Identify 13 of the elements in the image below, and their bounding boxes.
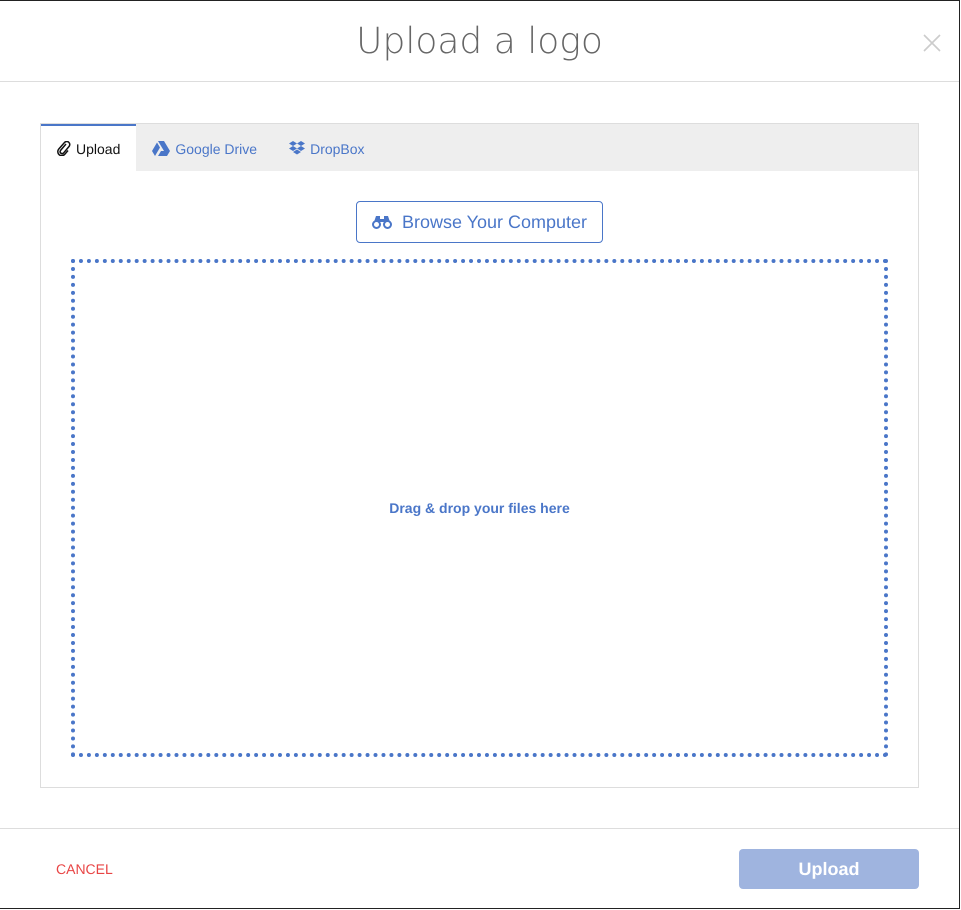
- paperclip-icon: [57, 141, 71, 156]
- dialog-title: Upload a logo: [356, 20, 603, 62]
- dropzone-text: Drag & drop your files here: [389, 500, 570, 516]
- cancel-button[interactable]: CANCEL: [56, 861, 113, 877]
- dropbox-icon: [289, 141, 306, 156]
- binoculars-icon: [372, 215, 392, 229]
- close-icon[interactable]: [923, 34, 941, 52]
- source-tab[interactable]: Google Drive: [136, 124, 274, 171]
- source-tab[interactable]: Upload: [41, 124, 136, 171]
- triangle-drive-icon: [152, 141, 170, 156]
- dropzone[interactable]: Drag & drop your files here: [71, 259, 888, 757]
- source-tab[interactable]: DropBox: [273, 124, 381, 171]
- browse-button[interactable]: Browse Your Computer: [356, 201, 604, 243]
